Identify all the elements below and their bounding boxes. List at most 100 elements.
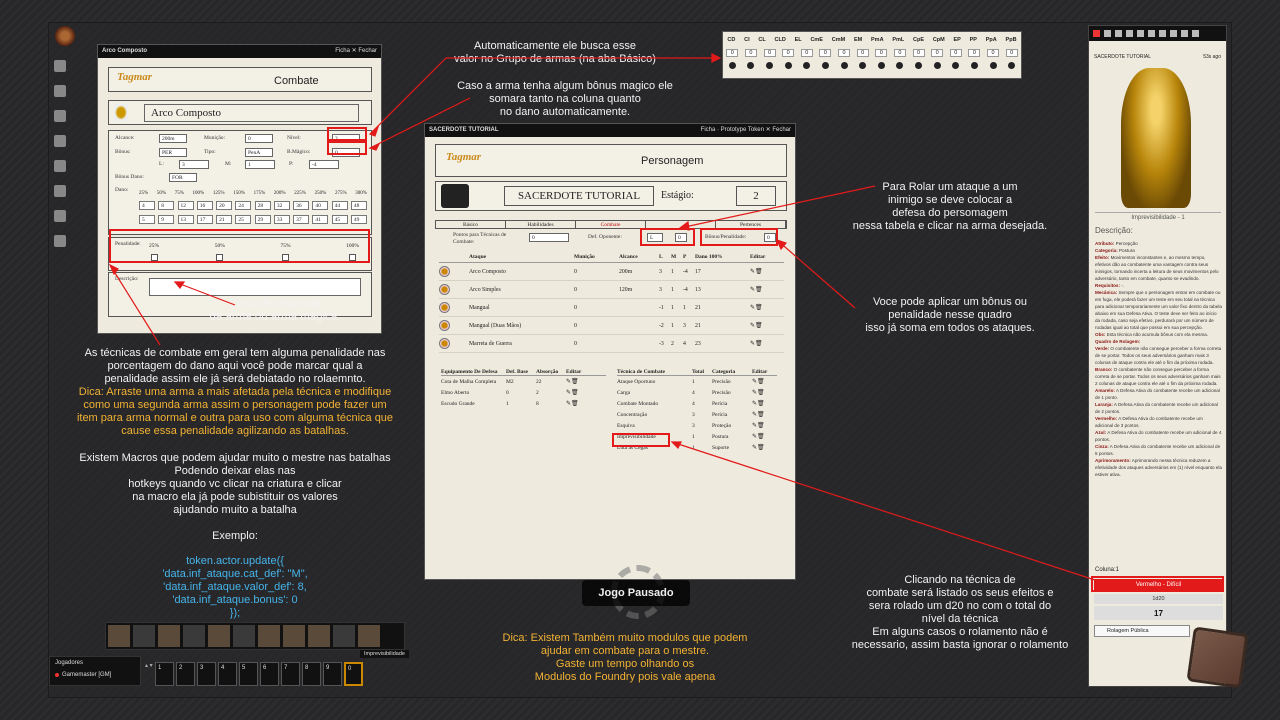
combat-tab-icon[interactable] bbox=[1104, 30, 1111, 37]
playlists-tab-icon[interactable] bbox=[1170, 30, 1177, 37]
hotbar-slot[interactable]: 3 bbox=[197, 662, 216, 686]
dano-cell[interactable]: 33 bbox=[273, 215, 290, 224]
technique-row[interactable]: Carga 4 Precisão ✎🗑 bbox=[617, 387, 777, 398]
estagio-value[interactable]: 2 bbox=[736, 186, 776, 206]
pontos-input[interactable]: 0 bbox=[529, 233, 569, 242]
defense-cycle-icon[interactable] bbox=[859, 62, 867, 69]
edit-delete-icons[interactable]: ✎🗑 bbox=[752, 378, 777, 385]
m-input[interactable]: 1 bbox=[245, 160, 275, 169]
edit-delete-icons[interactable]: ✎🗑 bbox=[752, 411, 777, 418]
dano-cell[interactable]: 45 bbox=[331, 215, 348, 224]
hotbar-slot[interactable]: 8 bbox=[302, 662, 321, 686]
weapon-row[interactable]: Marreta de Guerra 0 -3 2 4 23 ✎🗑 bbox=[439, 335, 784, 353]
dano-cell[interactable]: 24 bbox=[235, 201, 252, 210]
macro-bar-top[interactable] bbox=[105, 622, 405, 650]
weapon-row[interactable]: Mangual 0 -1 1 1 21 ✎🗑 bbox=[439, 299, 784, 317]
weapon-icon[interactable] bbox=[439, 302, 469, 313]
edit-delete-icons[interactable]: ✎🗑 bbox=[752, 444, 777, 451]
chat-tab-icon[interactable] bbox=[1093, 30, 1100, 37]
token-slot[interactable] bbox=[208, 625, 230, 647]
weapon-name[interactable]: Arco Composto bbox=[469, 269, 574, 275]
technique-name[interactable]: Combate Montado bbox=[617, 401, 692, 407]
drawing-tool-icon[interactable] bbox=[54, 135, 66, 147]
scenes-tab-icon[interactable] bbox=[1115, 30, 1122, 37]
lighting-tool-icon[interactable] bbox=[54, 185, 66, 197]
dano-cell[interactable]: 49 bbox=[350, 215, 367, 224]
weapon-name[interactable]: Marreta de Guerra bbox=[469, 341, 574, 347]
hotbar-controls[interactable]: ▴ ▾ bbox=[145, 662, 153, 688]
technique-name[interactable]: Concentração bbox=[617, 412, 692, 418]
edit-delete-icons[interactable]: ✎🗑 bbox=[566, 378, 596, 385]
dano-cell[interactable]: 25 bbox=[235, 215, 252, 224]
defense-cycle-icon[interactable] bbox=[933, 62, 941, 69]
dano-cell[interactable]: 41 bbox=[312, 215, 329, 224]
journal-tab-icon[interactable] bbox=[1148, 30, 1155, 37]
municao-input[interactable]: 0 bbox=[245, 134, 273, 143]
defense-value[interactable]: 0 bbox=[763, 49, 776, 57]
defense-value[interactable]: 0 bbox=[838, 49, 851, 57]
hotbar-slot[interactable]: 2 bbox=[176, 662, 195, 686]
defense-value[interactable]: 0 bbox=[726, 49, 739, 57]
actors-tab-icon[interactable] bbox=[1126, 30, 1133, 37]
hotbar-slot[interactable]: 6 bbox=[260, 662, 279, 686]
weapon-icon[interactable] bbox=[114, 104, 128, 121]
defense-cycle-icon[interactable] bbox=[1008, 62, 1016, 69]
hotbar-slot[interactable]: 1 bbox=[155, 662, 174, 686]
weapon-name-input[interactable]: Arco Composto bbox=[144, 104, 359, 122]
weapon-name[interactable]: Mangual bbox=[469, 305, 574, 311]
weapon-token-icon[interactable] bbox=[439, 266, 450, 277]
dano-cell[interactable]: 21 bbox=[216, 215, 233, 224]
prototype-token-button[interactable]: Prototype Token bbox=[721, 127, 764, 133]
dano-cell[interactable]: 4 bbox=[139, 201, 155, 210]
weapon-token-icon[interactable] bbox=[439, 320, 450, 331]
weapon-icon[interactable] bbox=[439, 284, 469, 295]
token-slot[interactable] bbox=[108, 625, 130, 647]
technique-name[interactable]: Ataque Oportuno bbox=[617, 379, 692, 385]
defense-cycle-icon[interactable] bbox=[952, 62, 960, 69]
close-button[interactable]: Fechar bbox=[358, 48, 377, 54]
token-slot[interactable] bbox=[358, 625, 380, 647]
technique-row[interactable]: Concentração 3 Perícia ✎🗑 bbox=[617, 409, 777, 420]
dano-cell[interactable]: 13 bbox=[177, 215, 194, 224]
defense-value[interactable]: 0 bbox=[987, 49, 1000, 57]
dano-cell[interactable]: 32 bbox=[273, 201, 290, 210]
defense-cycle-icon[interactable] bbox=[728, 62, 736, 69]
defense-value[interactable]: 0 bbox=[744, 49, 757, 57]
weapon-name[interactable]: Mangual (Duas Mãos) bbox=[469, 323, 574, 329]
sidebar-tabs[interactable] bbox=[1089, 26, 1226, 41]
dano-cell[interactable]: 20 bbox=[216, 201, 233, 210]
defense-value[interactable]: 0 bbox=[931, 49, 944, 57]
hotbar[interactable]: ▴ ▾ 1 2 3 4 5 6 7 8 9 0 bbox=[145, 662, 410, 688]
token-tool-icon[interactable] bbox=[54, 60, 66, 72]
character-name[interactable]: SACERDOTE TUTORIAL bbox=[504, 186, 654, 206]
defense-cycle-icon[interactable] bbox=[877, 62, 885, 69]
defense-value[interactable]: 0 bbox=[1005, 49, 1018, 57]
armor-row[interactable]: Escudo Grande 1 8 ✎🗑 bbox=[441, 398, 606, 409]
scene-controls[interactable] bbox=[52, 60, 68, 260]
edit-delete-icons[interactable]: ✎🗑 bbox=[566, 400, 596, 407]
defense-value[interactable]: 0 bbox=[893, 49, 906, 57]
dano-cell[interactable]: 48 bbox=[350, 201, 367, 210]
token-slot[interactable] bbox=[183, 625, 205, 647]
defense-cycle-icon[interactable] bbox=[840, 62, 848, 69]
token-slot[interactable] bbox=[308, 625, 330, 647]
armor-row[interactable]: Elmo Aberto 0 2 ✎🗑 bbox=[441, 387, 606, 398]
walls-tool-icon[interactable] bbox=[54, 160, 66, 172]
dano-cell[interactable]: 36 bbox=[293, 201, 310, 210]
character-sheet-window[interactable]: SACERDOTE TUTORIAL Ficha · Prototype Toke… bbox=[424, 123, 796, 580]
roll-formula[interactable]: 1d20 bbox=[1094, 594, 1223, 604]
edit-delete-icons[interactable]: ✎🗑 bbox=[752, 400, 777, 407]
close-button[interactable]: Fechar bbox=[772, 127, 791, 133]
token-slot[interactable] bbox=[233, 625, 255, 647]
token-slot[interactable] bbox=[283, 625, 305, 647]
edit-delete-icons[interactable]: ✎🗑 bbox=[752, 433, 777, 440]
dano-cell[interactable]: 12 bbox=[177, 201, 194, 210]
dano-cell[interactable]: 29 bbox=[254, 215, 271, 224]
defense-cycle-icon[interactable] bbox=[803, 62, 811, 69]
weapon-icon[interactable] bbox=[439, 320, 469, 331]
hotbar-slot[interactable]: 5 bbox=[239, 662, 258, 686]
portrait-image[interactable] bbox=[441, 184, 469, 208]
weapon-sheet-window[interactable]: Arco Composto Ficha ✕ Fechar Tagmar Comba… bbox=[97, 44, 382, 334]
edit-delete-icons[interactable]: ✎🗑 bbox=[750, 268, 780, 275]
weapon-token-icon[interactable] bbox=[439, 284, 450, 295]
